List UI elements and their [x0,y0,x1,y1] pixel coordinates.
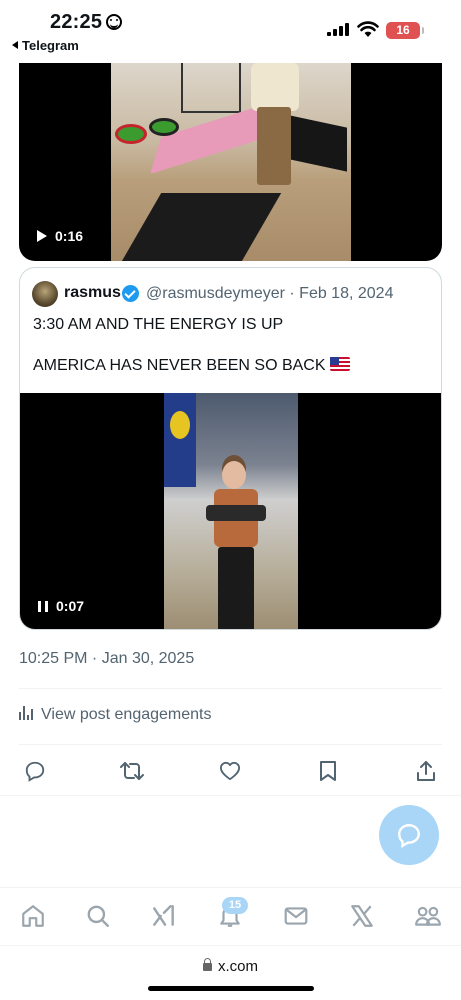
home-icon [22,905,44,927]
status-time: 22:25 [50,11,103,33]
home-indicator[interactable] [148,986,314,991]
video-frame-dumbbell-curl [164,393,298,629]
repost-icon [120,762,144,780]
back-to-telegram-link[interactable]: Telegram [12,38,79,53]
x-premium-icon [351,905,373,927]
messages-icon [284,907,308,925]
back-arrow-icon [12,41,18,49]
repost-button[interactable] [116,755,148,787]
nav-messages[interactable] [280,900,312,932]
video-duration[interactable]: 0:16 [37,228,83,244]
post-video-player[interactable]: 0:16 [19,63,442,261]
nav-communities[interactable] [412,900,444,932]
quoted-author-name: rasmus [64,284,121,301]
view-engagements-link[interactable]: View post engagements [19,706,211,724]
quoted-text-line1: 3:30 AM AND THE ENERGY IS UP [33,316,284,333]
quoted-video-player[interactable]: 0:07 [20,393,441,629]
pause-icon [38,601,48,612]
browser-url-bar[interactable]: x.com [0,945,461,1000]
avatar[interactable] [32,281,58,307]
reply-button[interactable] [19,755,51,787]
bookmark-icon [320,761,336,781]
bottom-navigation [0,887,461,943]
quoted-author-handle-date: @rasmusdeymeyer · Feb 18, 2024 [146,285,394,302]
quoted-video-duration[interactable]: 0:07 [38,598,84,614]
divider [19,744,442,745]
verified-badge-icon [122,285,139,302]
share-button[interactable] [410,755,442,787]
nav-premium[interactable] [346,900,378,932]
divider [0,795,461,796]
quoted-text-line2: AMERICA HAS NEVER BEEN SO BACK [33,357,350,375]
communities-icon [415,906,441,926]
play-icon [37,230,47,242]
battery-indicator: 16 [386,22,424,39]
grok-icon [153,905,174,926]
post-actions-bar [0,755,461,787]
status-bar: 22:25 Telegram 16 [0,0,461,62]
search-icon [87,905,109,927]
like-icon [220,761,240,781]
us-flag-icon [329,357,350,371]
back-app-label: Telegram [22,38,79,53]
nav-grok[interactable] [148,900,180,932]
smiley-icon [106,14,122,30]
url-display[interactable]: x.com [0,958,461,975]
compose-reply-icon [398,824,420,848]
analytics-icon [19,706,33,720]
reply-fab-button[interactable] [379,805,439,865]
bookmark-button[interactable] [312,755,344,787]
post-timestamp[interactable]: 10:25 PM · Jan 30, 2025 [19,650,194,668]
reply-icon [25,761,45,782]
lock-icon [202,958,212,971]
nav-search[interactable] [82,900,114,932]
wifi-icon [357,21,379,37]
share-icon [417,761,435,781]
cellular-signal-icon [327,22,351,36]
nav-home[interactable] [17,900,49,932]
quoted-post-card[interactable]: rasmus @rasmusdeymeyer · Feb 18, 2024 3:… [19,267,442,630]
like-button[interactable] [214,755,246,787]
divider [19,688,442,689]
notifications-count-badge: 15 [222,897,248,914]
video-frame-gym [111,63,351,261]
